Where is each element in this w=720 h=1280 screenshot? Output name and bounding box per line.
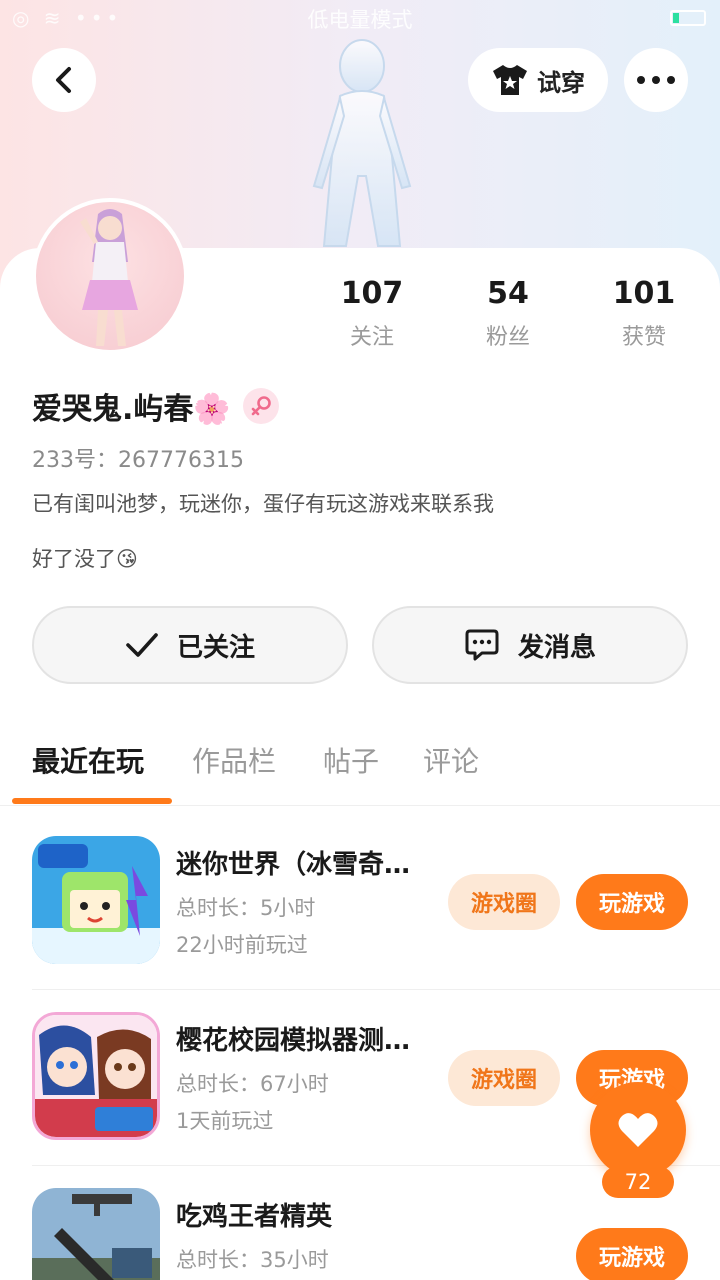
battery-icon: [670, 10, 706, 26]
3d-character-figure: [312, 39, 412, 247]
tab-works[interactable]: 作品栏: [192, 740, 276, 780]
stat-following[interactable]: 107 关注: [312, 276, 432, 351]
stat-value: 54: [487, 276, 529, 311]
profile-tabs: 最近在玩 作品栏 帖子 评论: [0, 736, 720, 806]
tab-recently-played[interactable]: 最近在玩: [32, 740, 144, 780]
stat-value: 101: [612, 276, 676, 311]
game-icon-sakura-school: [32, 1012, 160, 1140]
username: 爱哭鬼.屿春🌸: [32, 392, 231, 427]
back-button[interactable]: [32, 48, 96, 112]
more-button[interactable]: [624, 48, 688, 112]
username-row: 爱哭鬼.屿春🌸: [32, 384, 279, 428]
game-title: 樱花校园模拟器测试版: [176, 1026, 426, 1056]
bio-line-1: 已有闺叫池梦，玩迷你，蛋仔有玩这游戏来联系我: [32, 492, 494, 516]
stat-likes[interactable]: 101 获赞: [584, 276, 704, 351]
tab-comments[interactable]: 评论: [423, 740, 479, 780]
game-last-played: 1天前玩过: [176, 1109, 274, 1133]
check-icon: [126, 633, 158, 657]
game-row[interactable]: 迷你世界（冰雪奇缘） 总时长：5小时 22小时前玩过 游戏圈 玩游戏: [32, 814, 720, 990]
tab-posts[interactable]: 帖子: [323, 740, 379, 780]
try-on-label: 试穿: [537, 68, 585, 97]
avatar-character-image: [80, 209, 138, 346]
game-title: 迷你世界（冰雪奇缘）: [176, 850, 426, 880]
message-icon: [465, 629, 499, 661]
tshirt-icon: [493, 65, 527, 95]
female-icon: [242, 388, 279, 424]
like-count-badge: 72: [602, 1166, 674, 1198]
stat-label: 粉丝: [485, 325, 530, 350]
send-message-button[interactable]: 发消息: [372, 606, 688, 684]
game-duration: 总时长：5小时: [176, 896, 316, 920]
send-message-label: 发消息: [517, 632, 596, 663]
stat-label: 关注: [349, 325, 394, 350]
heart-icon: [618, 1113, 658, 1147]
chevron-left-icon: [56, 67, 71, 93]
more-icon: [637, 76, 675, 84]
active-tab-indicator: [12, 798, 172, 804]
game-duration: 总时长：35小时: [176, 1248, 329, 1272]
bio-line-2: 好了没了😘: [32, 547, 138, 571]
stat-value: 107: [340, 276, 404, 311]
status-mode: 低电量模式: [307, 8, 413, 32]
play-game-button[interactable]: 玩游戏: [576, 1228, 688, 1280]
stat-label: 获赞: [621, 325, 666, 350]
user-id: 233号：267776315: [32, 448, 244, 473]
stat-fans[interactable]: 54 粉丝: [448, 276, 568, 351]
game-title: 吃鸡王者精英: [176, 1202, 333, 1232]
like-button[interactable]: [590, 1082, 686, 1178]
status-bar: ◎ ≋ ••• 低电量模式: [0, 0, 720, 36]
avatar[interactable]: [32, 198, 188, 354]
following-button[interactable]: 已关注: [32, 606, 348, 684]
game-circle-button[interactable]: 游戏圈: [448, 874, 560, 930]
try-on-button[interactable]: 试穿: [468, 48, 608, 112]
game-last-played: 22小时前玩过: [176, 933, 308, 957]
game-duration: 总时长：67小时: [176, 1072, 329, 1096]
game-icon-mini-world: [32, 836, 160, 964]
following-label: 已关注: [176, 632, 255, 663]
game-circle-button[interactable]: 游戏圈: [448, 1050, 560, 1106]
game-icon-pubg-elite: [32, 1188, 160, 1280]
play-game-button[interactable]: 玩游戏: [576, 874, 688, 930]
